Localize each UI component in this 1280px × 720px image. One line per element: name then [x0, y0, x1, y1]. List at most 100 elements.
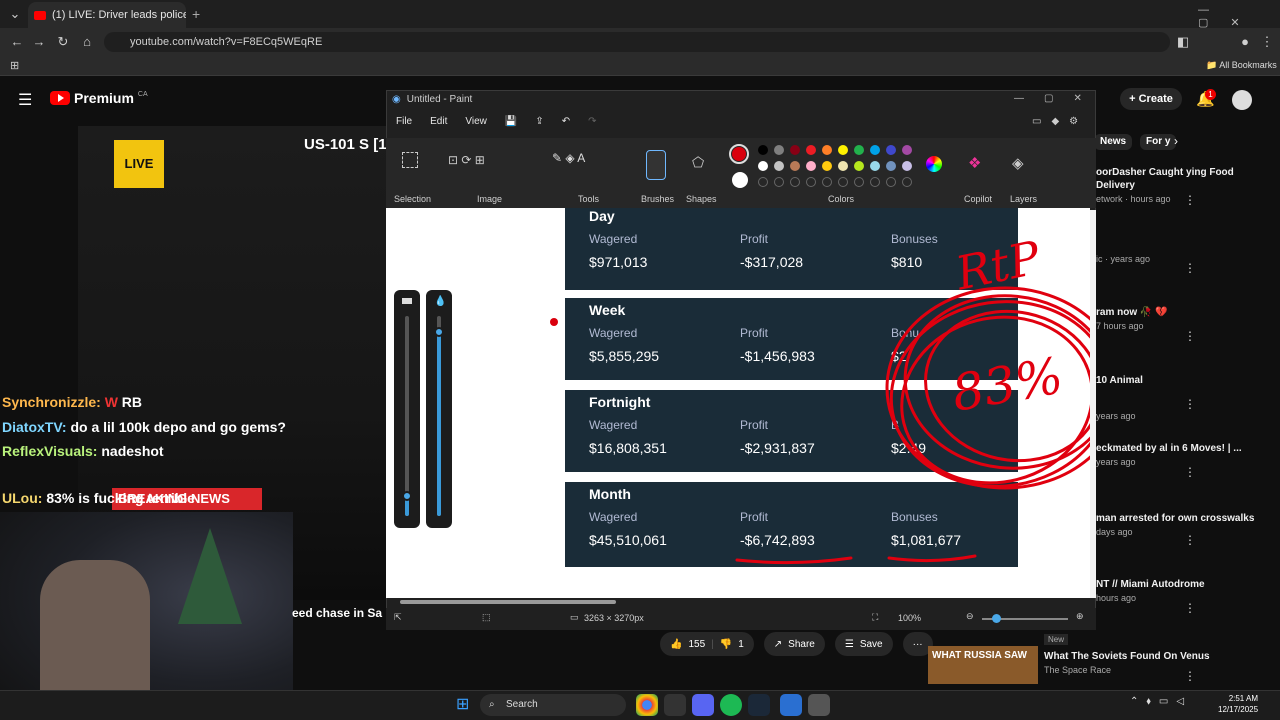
image-tools-icons[interactable]: ⊡ ⟳ ⊞ — [448, 146, 485, 174]
palette-swatch[interactable] — [790, 161, 800, 171]
profile-avatar-icon[interactable]: ● — [1234, 28, 1256, 56]
layers-icon[interactable]: ◈ — [1012, 154, 1024, 172]
spotify-taskbar-icon[interactable] — [720, 694, 742, 716]
palette-swatch[interactable] — [758, 161, 768, 171]
palette-empty-swatch[interactable] — [790, 177, 800, 187]
undo-icon[interactable]: ↶ — [562, 116, 570, 127]
palette-empty-swatch[interactable] — [774, 177, 784, 187]
palette-swatch[interactable] — [790, 145, 800, 155]
palette-swatch[interactable] — [854, 145, 864, 155]
thumbs-down-icon[interactable]: 👎 — [720, 639, 732, 650]
save-icon[interactable]: 💾 — [505, 116, 517, 127]
obs-taskbar-icon[interactable] — [664, 694, 686, 716]
palette-swatch[interactable] — [758, 145, 768, 155]
menu-edit[interactable]: Edit — [430, 116, 447, 127]
sidebar-video[interactable]: ram now 🥀 💔 7 hours ago — [1096, 306, 1266, 331]
sidebar-more-icons[interactable]: ⋮ ⋮ ⋮ ⋮ ⋮ ⋮ ⋮ ⋮ — [1184, 166, 1196, 710]
chrome-taskbar-icon[interactable] — [636, 694, 658, 716]
palette-empty-swatch[interactable] — [902, 177, 912, 187]
chevron-right-icon[interactable]: › — [1174, 134, 1178, 148]
fit-window-icon[interactable]: ⛶ — [872, 612, 878, 623]
sidebar-video[interactable]: eckmated by al in 6 Moves! | ... years ag… — [1096, 442, 1266, 467]
tools-icons[interactable]: ✎ ◈ A — [552, 144, 585, 172]
sidebar-video[interactable]: NT // Miami Autodrome hours ago — [1096, 578, 1266, 603]
zoom-level[interactable]: 100% — [898, 613, 921, 623]
paint-vertical-scrollbar[interactable] — [1090, 210, 1096, 598]
palette-empty-swatch[interactable] — [854, 177, 864, 187]
calculator-taskbar-icon[interactable] — [808, 694, 830, 716]
youtube-logo[interactable]: Premium CA — [50, 90, 148, 106]
palette-swatch[interactable] — [902, 161, 912, 171]
chrome-menu-icon[interactable]: ⋮ — [1256, 28, 1278, 56]
menu-file[interactable]: File — [396, 116, 412, 127]
edit-colors-icon[interactable] — [926, 156, 942, 172]
zoom-slider-knob[interactable] — [992, 614, 1001, 623]
sidebar-video[interactable]: man arrested for own crosswalks days ago — [1096, 512, 1266, 537]
redo-icon[interactable]: ↷ — [588, 116, 596, 127]
discord-taskbar-icon[interactable] — [692, 694, 714, 716]
sidebar-video[interactable]: ic · years ago — [1096, 252, 1266, 264]
sidebar-video[interactable]: oorDasher Caught ying Food Delivery etwor… — [1096, 166, 1266, 204]
paint-settings-icons[interactable]: ▭◆⚙ — [1032, 116, 1088, 127]
palette-swatch[interactable] — [902, 145, 912, 155]
steam-taskbar-icon[interactable] — [748, 694, 770, 716]
home-icon[interactable]: ⌂ — [76, 28, 98, 56]
reload-icon[interactable]: ↻ — [52, 28, 74, 56]
selection-icon[interactable] — [402, 152, 418, 168]
chip-news[interactable]: News — [1094, 134, 1133, 150]
copilot-icon[interactable]: ❖ — [968, 154, 981, 172]
like-button[interactable]: 👍 155 | 👎 1 — [660, 632, 754, 656]
palette-swatch[interactable] — [822, 145, 832, 155]
create-button[interactable]: + Create — [1120, 88, 1182, 110]
share-icon[interactable]: ⇪ — [535, 116, 543, 127]
palette-swatch[interactable] — [870, 161, 880, 171]
shapes-icon[interactable]: ⬠ — [692, 154, 704, 171]
palette-empty-swatch[interactable] — [870, 177, 880, 187]
brushes-icon[interactable] — [646, 150, 666, 180]
paint-taskbar-icon[interactable] — [780, 694, 802, 716]
palette-swatch[interactable] — [822, 161, 832, 171]
brush-size-slider[interactable] — [394, 290, 420, 528]
palette-empty-swatch[interactable] — [758, 177, 768, 187]
palette-empty-swatch[interactable] — [886, 177, 896, 187]
account-avatar[interactable] — [1232, 90, 1252, 110]
apps-grid-icon[interactable]: ⊞ — [10, 59, 19, 72]
address-bar[interactable]: youtube.com/watch?v=F8ECq5WEqRE — [104, 32, 1170, 52]
hamburger-menu-icon[interactable]: ☰ — [18, 90, 32, 110]
palette-swatch[interactable] — [870, 145, 880, 155]
secondary-color-swatch[interactable] — [732, 172, 748, 188]
palette-empty-swatch[interactable] — [838, 177, 848, 187]
browser-tab[interactable]: (1) LIVE: Driver leads police on ✕ — [28, 2, 186, 28]
chip-for-you[interactable]: For y — [1140, 134, 1177, 150]
palette-swatch[interactable] — [838, 161, 848, 171]
palette-empty-swatch[interactable] — [806, 177, 816, 187]
palette-empty-swatch[interactable] — [822, 177, 832, 187]
palette-swatch[interactable] — [854, 161, 864, 171]
palette-swatch[interactable] — [886, 161, 896, 171]
sidebar-video[interactable]: 10 Animal years ago — [1096, 374, 1266, 421]
taskbar-clock[interactable]: 2:51 AM 12/17/2025 — [1218, 693, 1258, 715]
palette-swatch[interactable] — [806, 161, 816, 171]
taskbar-search[interactable]: ⌕ Search — [480, 694, 626, 716]
palette-swatch[interactable] — [806, 145, 816, 155]
palette-swatch[interactable] — [838, 145, 848, 155]
back-icon[interactable]: ← — [6, 28, 28, 56]
new-tab-button[interactable]: + — [192, 6, 200, 22]
window-controls[interactable]: —▢✕ — [1198, 4, 1280, 29]
save-button[interactable]: ☰ Save — [834, 632, 893, 656]
tab-search-icon[interactable]: ⌄ — [4, 0, 26, 28]
paint-horizontal-scrollbar[interactable] — [400, 600, 616, 604]
primary-color-swatch[interactable] — [729, 144, 749, 164]
palette-swatch[interactable] — [774, 145, 784, 155]
system-tray-icons[interactable]: ⌃⬧▭◁ — [1130, 696, 1192, 707]
palette-swatch[interactable] — [886, 145, 896, 155]
menu-view[interactable]: View — [465, 116, 487, 127]
zoom-in-icon[interactable]: ⊕ — [1076, 611, 1084, 622]
forward-icon[interactable]: → — [28, 28, 50, 56]
share-button[interactable]: ↗ Share — [763, 632, 825, 656]
paint-window-controls[interactable]: —▢✕ — [1014, 93, 1102, 104]
windows-start-icon[interactable]: ⊞ — [456, 694, 469, 714]
all-bookmarks-link[interactable]: 📁 All Bookmarks — [1206, 60, 1277, 71]
extensions-icon[interactable]: ◧ — [1172, 28, 1194, 56]
palette-swatch[interactable] — [774, 161, 784, 171]
